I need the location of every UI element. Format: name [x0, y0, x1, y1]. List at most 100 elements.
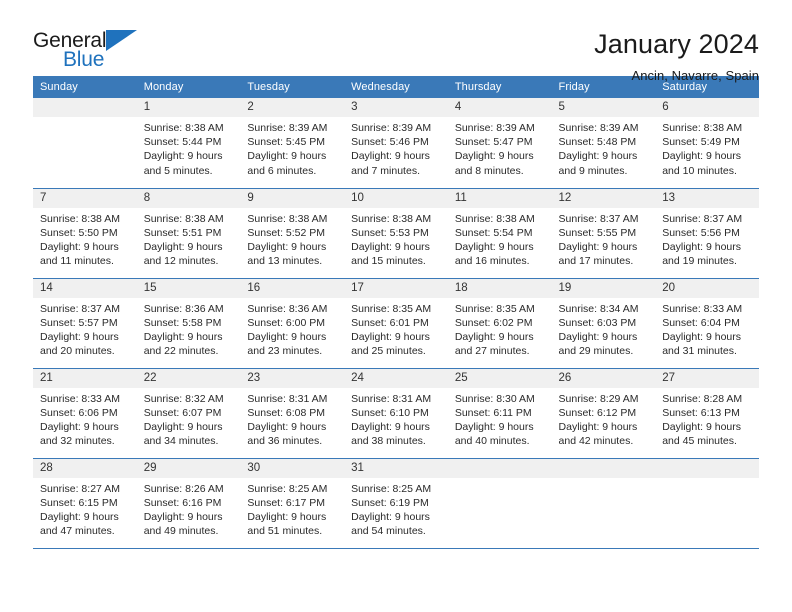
calendar-day-cell[interactable]: 2 Sunrise: 8:39 AM Sunset: 5:45 PM Daylight… [240, 98, 345, 189]
sunset-time: Sunset: 6:10 PM [351, 406, 429, 419]
calendar-day-cell[interactable]: 6 Sunrise: 8:38 AM Sunset: 5:49 PM Daylight… [655, 98, 759, 189]
daylight-duration-line2: and 38 minutes. [351, 435, 426, 448]
sunrise-time: Sunrise: 8:36 AM [143, 302, 224, 315]
day-sun-info: Sunrise: 8:35 AM Sunset: 6:01 PM Daylight:… [344, 298, 448, 359]
sunset-time: Sunset: 6:02 PM [454, 316, 533, 329]
calendar-day-cell[interactable]: 9 Sunrise: 8:38 AM Sunset: 5:52 PM Daylight… [240, 188, 345, 279]
calendar-day-cell[interactable]: 4 Sunrise: 8:39 AM Sunset: 5:47 PM Daylight… [447, 98, 552, 189]
calendar-day-cell[interactable]: 3 Sunrise: 8:39 AM Sunset: 5:46 PM Daylight… [344, 98, 448, 189]
day-sun-info: Sunrise: 8:38 AM Sunset: 5:44 PM Daylight:… [137, 117, 241, 178]
day-cell-inner: 14 Sunrise: 8:37 AM Sunset: 5:57 PM Dayligh… [33, 278, 137, 368]
day-number: 6 [655, 98, 759, 117]
day-sun-info: Sunrise: 8:33 AM Sunset: 6:06 PM Daylight:… [33, 388, 137, 449]
day-cell-inner: 30 Sunrise: 8:25 AM Sunset: 6:17 PM Dayligh… [240, 458, 345, 548]
calendar-day-cell[interactable]: 15 Sunrise: 8:36 AM Sunset: 5:58 PM Dayligh… [136, 278, 241, 369]
day-sun-info: Sunrise: 8:33 AM Sunset: 6:04 PM Daylight:… [655, 298, 759, 359]
daylight-duration-line2: and 54 minutes. [351, 525, 426, 538]
daylight-duration-line2: and 20 minutes. [40, 345, 115, 358]
day-sun-info: Sunrise: 8:36 AM Sunset: 5:58 PM Daylight:… [137, 298, 241, 359]
calendar-day-cell[interactable]: 8 Sunrise: 8:38 AM Sunset: 5:51 PM Daylight… [136, 188, 241, 279]
daylight-duration-line1: Daylight: 9 hours [351, 420, 430, 433]
daylight-duration-line1: Daylight: 9 hours [454, 420, 534, 433]
calendar-day-cell[interactable]: 21 Sunrise: 8:33 AM Sunset: 6:06 PM Dayligh… [33, 368, 137, 459]
day-cell-inner: 3 Sunrise: 8:39 AM Sunset: 5:46 PM Daylight… [344, 98, 448, 188]
sunset-time: Sunset: 6:08 PM [247, 406, 326, 419]
day-cell-inner: 13 Sunrise: 8:37 AM Sunset: 5:56 PM Dayligh… [655, 188, 759, 278]
daylight-duration-line1: Daylight: 9 hours [454, 330, 534, 343]
sunrise-time: Sunrise: 8:36 AM [247, 302, 328, 315]
sunrise-time: Sunrise: 8:39 AM [247, 122, 328, 134]
calendar-day-cell[interactable]: 7 Sunrise: 8:38 AM Sunset: 5:50 PM Daylight… [33, 188, 137, 279]
sunrise-time: Sunrise: 8:38 AM [454, 212, 535, 225]
day-cell-inner: 28 Sunrise: 8:27 AM Sunset: 6:15 PM Dayligh… [33, 458, 137, 548]
day-cell-inner [551, 458, 656, 548]
calendar-day-cell[interactable]: 14 Sunrise: 8:37 AM Sunset: 5:57 PM Dayligh… [33, 278, 137, 369]
calendar-day-cell[interactable]: 22 Sunrise: 8:32 AM Sunset: 6:07 PM Dayligh… [136, 368, 241, 459]
sunset-time: Sunset: 6:19 PM [351, 496, 429, 509]
sunrise-time: Sunrise: 8:38 AM [247, 212, 328, 225]
daylight-duration-line2: and 16 minutes. [454, 255, 530, 268]
day-sun-info: Sunrise: 8:37 AM Sunset: 5:56 PM Daylight:… [655, 208, 759, 269]
day-number: 30 [240, 458, 345, 478]
sunset-time: Sunset: 6:03 PM [558, 316, 637, 329]
calendar-day-cell[interactable]: 17 Sunrise: 8:35 AM Sunset: 6:01 PM Dayligh… [344, 278, 448, 369]
calendar-day-cell[interactable]: 5 Sunrise: 8:39 AM Sunset: 5:48 PM Daylight… [551, 98, 656, 189]
weekday-header-sunday: Sunday [33, 76, 137, 98]
calendar-day-cell[interactable]: 12 Sunrise: 8:37 AM Sunset: 5:55 PM Dayligh… [551, 188, 656, 279]
calendar-day-cell[interactable]: 23 Sunrise: 8:31 AM Sunset: 6:08 PM Dayligh… [240, 368, 345, 459]
daylight-duration-line1: Daylight: 9 hours [558, 240, 638, 253]
sunrise-time: Sunrise: 8:38 AM [351, 212, 432, 225]
day-sun-info: Sunrise: 8:39 AM Sunset: 5:48 PM Daylight:… [552, 117, 656, 178]
day-sun-info: Sunrise: 8:31 AM Sunset: 6:10 PM Daylight:… [344, 388, 448, 449]
day-sun-info: Sunrise: 8:37 AM Sunset: 5:55 PM Daylight:… [552, 208, 656, 269]
sunrise-time: Sunrise: 8:29 AM [558, 392, 639, 405]
calendar-day-cell[interactable]: 28 Sunrise: 8:27 AM Sunset: 6:15 PM Dayligh… [33, 458, 137, 549]
daylight-duration-line1: Daylight: 9 hours [247, 510, 327, 523]
daylight-duration-line2: and 32 minutes. [40, 435, 115, 448]
sunset-time: Sunset: 5:51 PM [143, 226, 222, 239]
calendar-day-cell[interactable]: 18 Sunrise: 8:35 AM Sunset: 6:02 PM Dayligh… [447, 278, 552, 369]
daylight-duration-line2: and 36 minutes. [247, 435, 323, 448]
calendar-day-cell[interactable]: 24 Sunrise: 8:31 AM Sunset: 6:10 PM Dayligh… [344, 368, 448, 459]
day-cell-inner: 23 Sunrise: 8:31 AM Sunset: 6:08 PM Dayligh… [240, 368, 345, 458]
day-sun-info: Sunrise: 8:39 AM Sunset: 5:47 PM Daylight:… [448, 117, 552, 178]
calendar-day-cell[interactable]: 26 Sunrise: 8:29 AM Sunset: 6:12 PM Dayligh… [551, 368, 656, 459]
sunset-time: Sunset: 5:49 PM [662, 136, 740, 149]
calendar-day-cell[interactable]: 16 Sunrise: 8:36 AM Sunset: 6:00 PM Dayligh… [240, 278, 345, 369]
sunrise-time: Sunrise: 8:39 AM [558, 122, 639, 134]
calendar-day-cell[interactable]: 20 Sunrise: 8:33 AM Sunset: 6:04 PM Dayligh… [655, 278, 759, 369]
sunrise-time: Sunrise: 8:38 AM [40, 212, 120, 225]
sunset-time: Sunset: 5:47 PM [454, 136, 533, 149]
calendar-day-cell[interactable]: 1 Sunrise: 8:38 AM Sunset: 5:44 PM Daylight… [136, 98, 241, 189]
day-sun-info: Sunrise: 8:31 AM Sunset: 6:08 PM Daylight:… [240, 388, 344, 449]
sunset-time: Sunset: 6:04 PM [662, 316, 740, 329]
sunset-time: Sunset: 5:53 PM [351, 226, 429, 239]
daylight-duration-line2: and 15 minutes. [351, 255, 426, 268]
day-cell-inner: 7 Sunrise: 8:38 AM Sunset: 5:50 PM Daylight… [33, 188, 137, 278]
calendar-day-cell[interactable]: 10 Sunrise: 8:38 AM Sunset: 5:53 PM Dayligh… [344, 188, 448, 279]
day-number: 25 [447, 368, 552, 388]
calendar-day-cell[interactable]: 27 Sunrise: 8:28 AM Sunset: 6:13 PM Dayligh… [655, 368, 759, 459]
sunset-time: Sunset: 6:11 PM [454, 406, 532, 419]
sunrise-time: Sunrise: 8:33 AM [40, 392, 120, 405]
calendar-day-cell[interactable]: 19 Sunrise: 8:34 AM Sunset: 6:03 PM Dayligh… [551, 278, 656, 369]
calendar-week-row: 14 Sunrise: 8:37 AM Sunset: 5:57 PM Dayligh… [33, 278, 759, 369]
daylight-duration-line2: and 22 minutes. [143, 345, 219, 358]
sunrise-time: Sunrise: 8:38 AM [662, 122, 743, 134]
daylight-duration-line2: and 19 minutes. [662, 255, 737, 268]
calendar-day-cell[interactable]: 29 Sunrise: 8:26 AM Sunset: 6:16 PM Dayligh… [136, 458, 241, 549]
calendar-day-cell-empty [447, 458, 552, 549]
calendar-day-cell[interactable]: 30 Sunrise: 8:25 AM Sunset: 6:17 PM Dayligh… [240, 458, 345, 549]
sunset-time: Sunset: 5:44 PM [143, 136, 222, 149]
sunset-time: Sunset: 5:55 PM [558, 226, 637, 239]
calendar-day-cell[interactable]: 13 Sunrise: 8:37 AM Sunset: 5:56 PM Dayligh… [655, 188, 759, 279]
day-cell-inner: 19 Sunrise: 8:34 AM Sunset: 6:03 PM Dayligh… [551, 278, 656, 368]
day-number: 29 [136, 458, 241, 478]
sunrise-time: Sunrise: 8:33 AM [662, 302, 743, 315]
weekday-header-thursday: Thursday [447, 76, 552, 98]
day-sun-info: Sunrise: 8:35 AM Sunset: 6:02 PM Daylight:… [448, 298, 552, 359]
calendar-day-cell[interactable]: 11 Sunrise: 8:38 AM Sunset: 5:54 PM Dayligh… [447, 188, 552, 279]
calendar-day-cell[interactable]: 31 Sunrise: 8:25 AM Sunset: 6:19 PM Dayligh… [344, 458, 448, 549]
day-number: 23 [240, 368, 345, 388]
calendar-day-cell[interactable]: 25 Sunrise: 8:30 AM Sunset: 6:11 PM Dayligh… [447, 368, 552, 459]
